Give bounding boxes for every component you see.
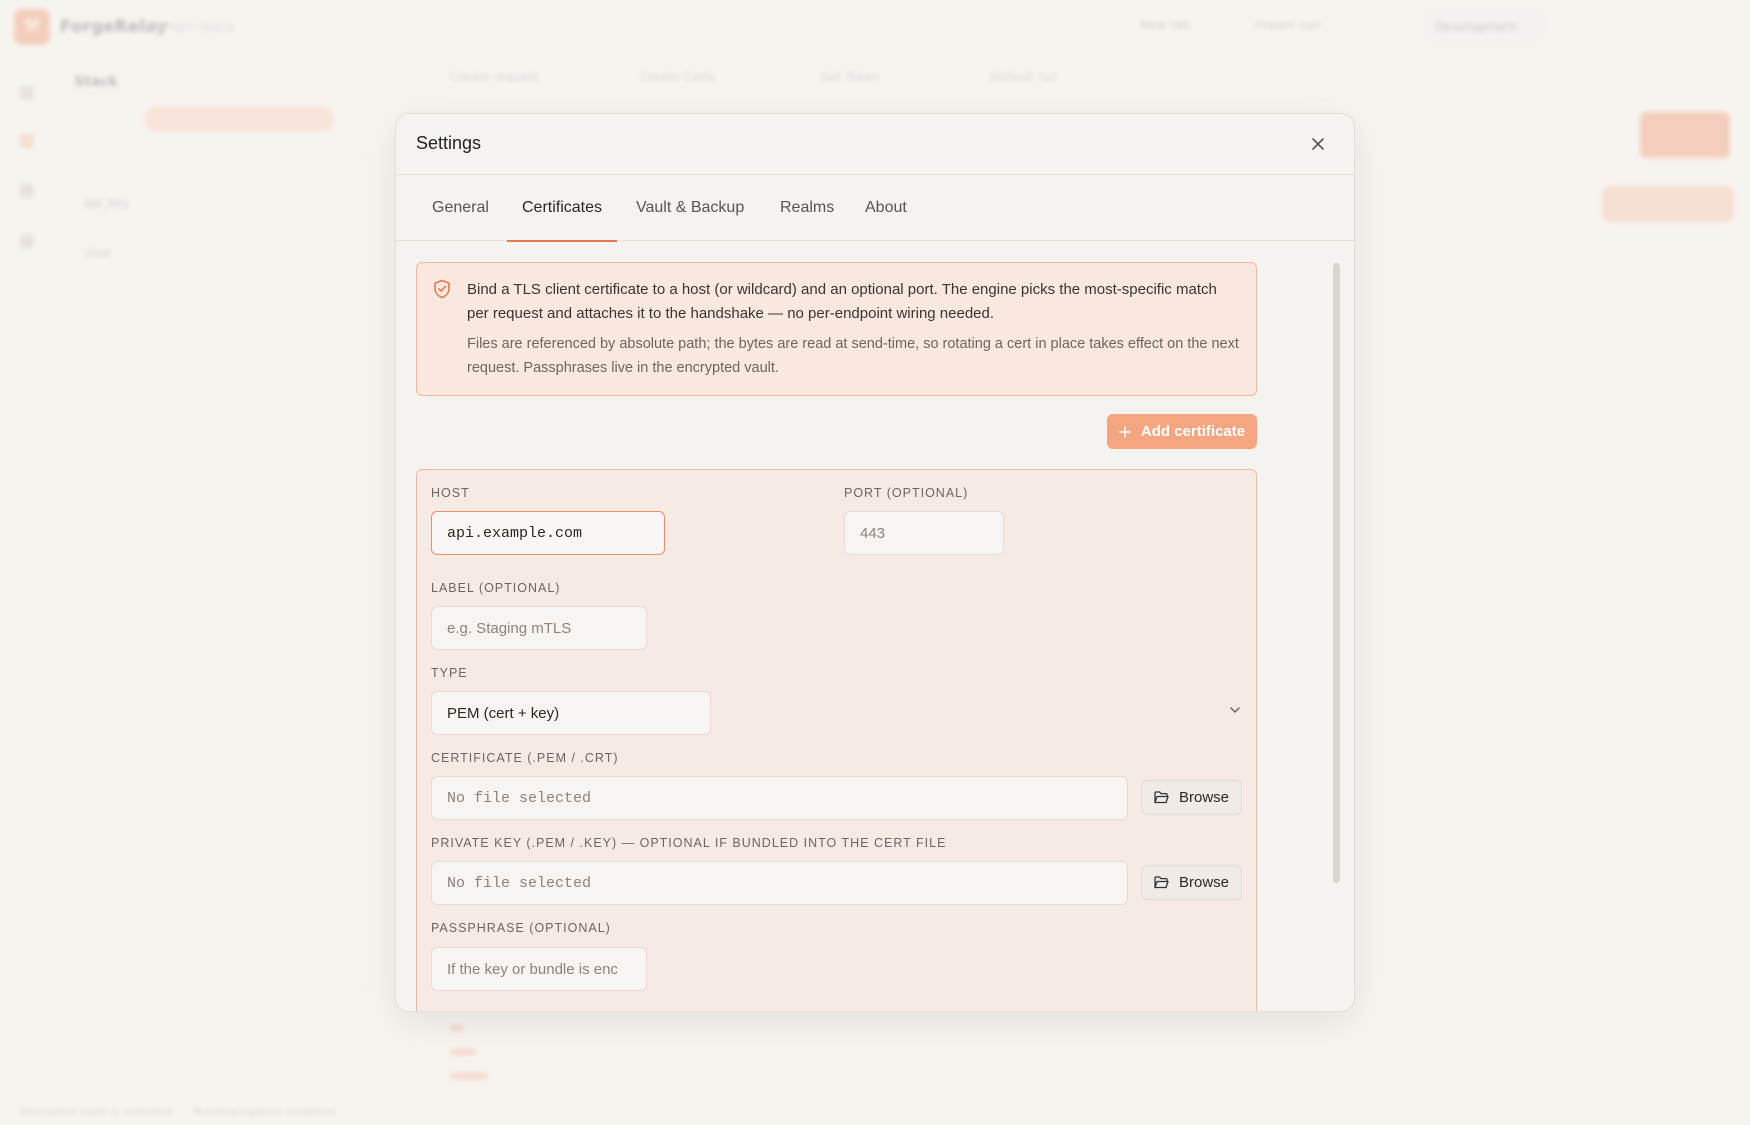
host-label: HOST xyxy=(431,486,470,500)
port-input[interactable]: 443 xyxy=(844,511,1004,555)
passphrase-label: PASSPHRASE (OPTIONAL) xyxy=(431,921,611,935)
host-input[interactable]: api.example.com xyxy=(431,511,665,555)
chevron-down-icon[interactable] xyxy=(1228,703,1242,717)
type-label: TYPE xyxy=(431,666,468,680)
panel-scrollbar[interactable] xyxy=(1333,263,1340,883)
type-select[interactable]: PEM (cert + key) xyxy=(431,691,711,735)
port-label: PORT (OPTIONAL) xyxy=(844,486,969,500)
certificate-path-value: No file selected xyxy=(447,789,592,807)
add-certificate-button[interactable]: Add certificate xyxy=(1107,414,1257,449)
info-secondary-text: Files are referenced by absolute path; t… xyxy=(467,336,1239,376)
tab-realms[interactable]: Realms xyxy=(780,175,834,241)
private-key-path-field[interactable]: No file selected xyxy=(431,861,1128,905)
folder-open-icon xyxy=(1154,791,1169,804)
label-placeholder: e.g. Staging mTLS xyxy=(447,619,572,637)
dialog-title: Settings xyxy=(416,133,482,153)
tab-certificates[interactable]: Certificates xyxy=(506,175,618,242)
private-key-path-value: No file selected xyxy=(447,874,592,892)
dialog-header: Settings xyxy=(396,114,1354,175)
certificate-label: CERTIFICATE (.PEM / .CRT) xyxy=(431,751,619,765)
type-value: PEM (cert + key) xyxy=(447,704,560,722)
tab-vault-backup[interactable]: Vault & Backup xyxy=(636,175,744,241)
host-value: api.example.com xyxy=(447,524,583,542)
browse-certificate-button[interactable]: Browse xyxy=(1141,780,1242,815)
settings-dialog: Settings General Certificates Vault & Ba… xyxy=(395,113,1355,1012)
passphrase-placeholder: If the key or bundle is enc xyxy=(447,960,618,978)
tab-about[interactable]: About xyxy=(865,175,907,241)
close-button[interactable] xyxy=(1306,132,1330,156)
private-key-label: PRIVATE KEY (.PEM / .KEY) — OPTIONAL IF … xyxy=(431,836,947,850)
folder-open-icon xyxy=(1154,876,1169,889)
label-input[interactable]: e.g. Staging mTLS xyxy=(431,606,647,650)
shield-check-icon xyxy=(434,279,450,299)
tab-general[interactable]: General xyxy=(432,175,489,241)
certificate-path-field[interactable]: No file selected xyxy=(431,776,1128,820)
info-primary-text: Bind a TLS client certificate to a host … xyxy=(467,281,1217,322)
port-placeholder: 443 xyxy=(860,524,886,542)
certificate-card: HOST api.example.com PORT (OPTIONAL) 443… xyxy=(416,469,1257,1011)
label-field-label: LABEL (OPTIONAL) xyxy=(431,581,561,595)
close-icon xyxy=(1312,138,1324,150)
browse-label: Browse xyxy=(1178,874,1230,891)
certificates-panel: Bind a TLS client certificate to a host … xyxy=(396,241,1354,1011)
info-callout: Bind a TLS client certificate to a host … xyxy=(416,262,1257,396)
plus-icon xyxy=(1119,425,1131,438)
browse-label: Browse xyxy=(1178,789,1230,806)
add-certificate-label: Add certificate xyxy=(1140,423,1246,440)
passphrase-input[interactable]: If the key or bundle is enc xyxy=(431,947,647,991)
browse-private-key-button[interactable]: Browse xyxy=(1141,865,1242,900)
settings-tabs: General Certificates Vault & Backup Real… xyxy=(396,175,1354,242)
